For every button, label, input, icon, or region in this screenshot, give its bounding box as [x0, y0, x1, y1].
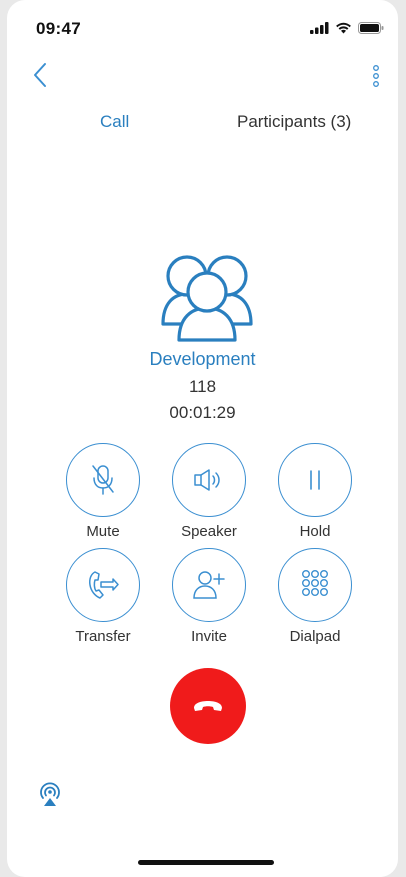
- status-icons: [310, 22, 384, 34]
- status-time: 09:47: [36, 19, 81, 38]
- more-icon: [373, 65, 379, 87]
- speaker-label: Speaker: [181, 523, 237, 540]
- back-icon: [34, 63, 46, 87]
- hold-label: Hold: [299, 523, 331, 540]
- back-button[interactable]: [27, 60, 57, 90]
- invite-circle: [172, 548, 246, 622]
- transfer-label: Transfer: [75, 628, 131, 645]
- call-screen: 09:47 Call Participants (3) Development …: [7, 0, 398, 877]
- mute-icon: [92, 465, 114, 495]
- dialpad-circle: [278, 548, 352, 622]
- battery-icon: [358, 22, 384, 34]
- call-name: Development: [149, 349, 256, 369]
- status-bar: 09:47: [7, 0, 398, 50]
- mute-circle: [66, 443, 140, 517]
- call-number: 118: [188, 377, 217, 396]
- hold-circle: [278, 443, 352, 517]
- hangup-icon: [194, 701, 222, 711]
- speaker-icon: [194, 469, 220, 491]
- transfer-circle: [66, 548, 140, 622]
- speaker-button[interactable]: Speaker: [169, 443, 249, 540]
- tab-participants[interactable]: Participants (3): [237, 112, 351, 132]
- dialpad-label: Dialpad: [289, 628, 341, 645]
- dialpad-icon: [301, 570, 329, 597]
- signal-icon: [310, 22, 329, 34]
- speaker-circle: [172, 443, 246, 517]
- call-timer: 00:01:29: [169, 403, 236, 422]
- invite-button[interactable]: Invite: [169, 548, 249, 645]
- hangup-button[interactable]: [170, 668, 246, 744]
- transfer-icon: [89, 571, 119, 599]
- mute-label: Mute: [86, 523, 120, 540]
- airplay-icon: [40, 782, 60, 806]
- home-indicator: [138, 860, 274, 865]
- tab-call[interactable]: Call: [100, 112, 129, 132]
- dialpad-button[interactable]: Dialpad: [275, 548, 355, 645]
- invite-label: Invite: [191, 628, 227, 645]
- group-icon: [161, 255, 253, 342]
- add-user-icon: [193, 571, 225, 599]
- more-options-button[interactable]: [364, 62, 388, 92]
- hold-button[interactable]: Hold: [275, 443, 355, 540]
- audio-route-button[interactable]: [37, 781, 63, 807]
- pause-icon: [310, 470, 320, 490]
- wifi-icon: [336, 22, 351, 34]
- transfer-button[interactable]: Transfer: [63, 548, 143, 645]
- tab-bar: Call Participants (3): [7, 112, 398, 142]
- mute-button[interactable]: Mute: [63, 443, 143, 540]
